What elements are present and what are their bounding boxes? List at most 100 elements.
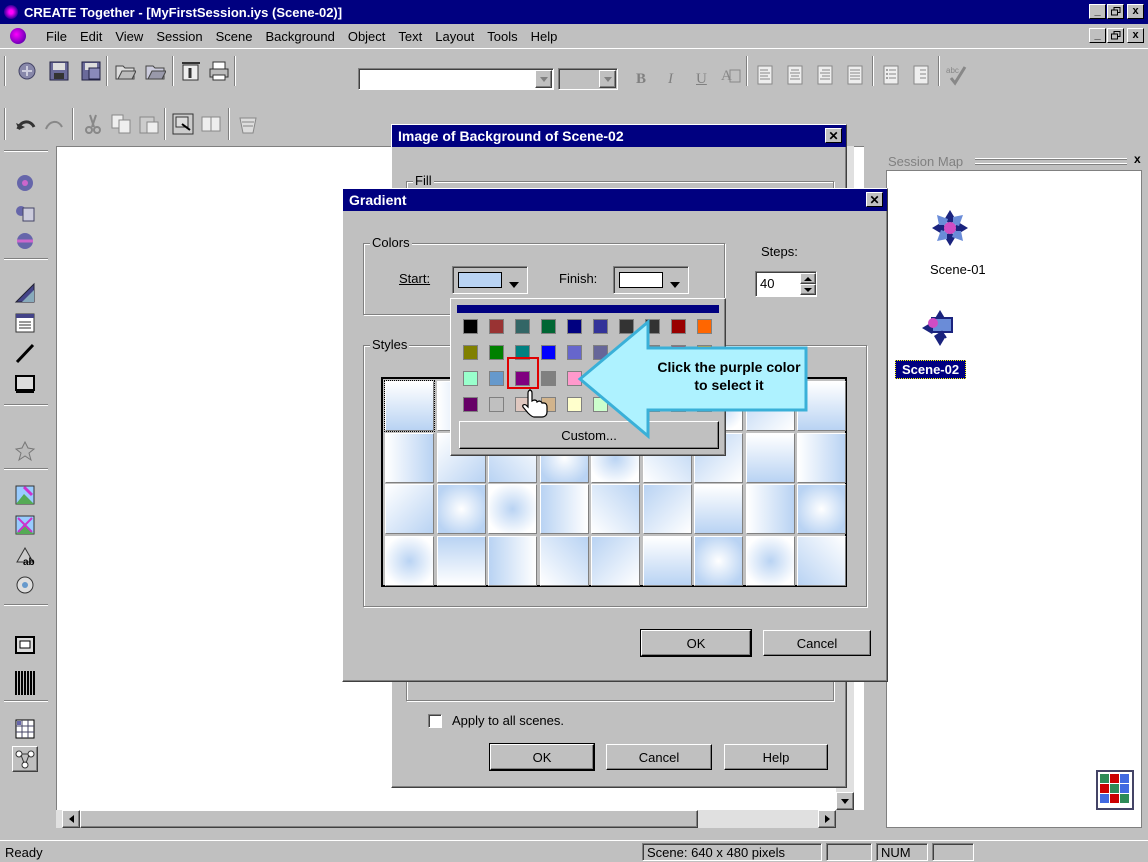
align-right-icon[interactable] (812, 62, 838, 88)
clip-art-icon[interactable]: ab (12, 542, 38, 568)
gradient-style-cell[interactable] (384, 380, 435, 432)
color-swatch[interactable] (489, 345, 504, 360)
scene-02-icon[interactable] (920, 308, 960, 351)
menu-help[interactable]: Help (531, 29, 558, 44)
gradient-style-cell[interactable] (797, 432, 846, 483)
text-box-icon[interactable] (12, 310, 38, 336)
gradient-style-cell[interactable] (797, 535, 846, 586)
scene-tool-icon[interactable] (12, 170, 38, 196)
open-session-icon[interactable] (142, 58, 168, 84)
bold-button[interactable]: B (636, 71, 654, 88)
doc-minimize-button[interactable]: _ (1089, 28, 1106, 43)
image-link-icon[interactable] (12, 512, 38, 538)
horizontal-scroll-thumb[interactable] (80, 810, 698, 828)
rectangle-tool-icon[interactable] (12, 370, 38, 396)
start-dropdown-arrow-icon[interactable] (509, 276, 519, 291)
gradient-style-cell[interactable] (694, 484, 743, 534)
gradient-style-cell[interactable] (642, 484, 692, 534)
menu-background[interactable]: Background (265, 29, 334, 44)
steps-spinner[interactable]: 40 (755, 271, 817, 297)
import-icon[interactable] (178, 58, 204, 84)
new-scene-icon[interactable] (14, 58, 40, 84)
background-ok-button[interactable]: OK (489, 743, 595, 771)
steps-up-button[interactable] (800, 273, 816, 284)
gradient-style-cell[interactable] (591, 535, 640, 586)
doc-restore-button[interactable] (1107, 28, 1124, 43)
gradient-style-cell[interactable] (385, 535, 434, 586)
finish-dropdown-arrow-icon[interactable] (670, 276, 680, 291)
scene-02-label[interactable]: Scene-02 (895, 360, 967, 379)
copy-scene-icon[interactable] (12, 200, 38, 226)
redo-icon[interactable] (42, 111, 68, 137)
color-swatch[interactable] (489, 319, 504, 334)
grid-tool-icon[interactable] (12, 716, 38, 742)
steps-down-button[interactable] (800, 284, 816, 295)
scroll-right-button[interactable] (818, 810, 836, 828)
button-tool-icon[interactable] (12, 632, 38, 658)
gradient-cancel-button[interactable]: Cancel (763, 630, 871, 656)
delete-icon[interactable] (234, 111, 260, 137)
scroll-down-button[interactable] (836, 792, 854, 810)
color-swatch[interactable] (541, 371, 556, 386)
paste-icon[interactable] (136, 111, 162, 137)
restore-button[interactable] (1107, 4, 1124, 19)
close-button[interactable]: x (1127, 4, 1144, 19)
shape-tool-icon[interactable] (12, 280, 38, 306)
gradient-style-cell[interactable] (385, 484, 434, 534)
save-icon[interactable] (46, 58, 72, 84)
gradient-ok-button[interactable]: OK (640, 629, 752, 657)
gradient-style-cell[interactable] (385, 432, 434, 483)
minimize-button[interactable]: _ (1089, 4, 1106, 19)
save-all-icon[interactable] (78, 58, 104, 84)
font-name-dropdown-button[interactable] (535, 70, 552, 88)
sound-tool-icon[interactable] (12, 572, 38, 598)
menu-scene[interactable]: Scene (216, 29, 253, 44)
color-swatch[interactable] (463, 345, 478, 360)
bullets-icon[interactable] (878, 62, 904, 88)
color-swatch[interactable] (463, 397, 478, 412)
copy-icon[interactable] (108, 111, 134, 137)
color-swatch[interactable] (541, 345, 556, 360)
image-tool-icon[interactable] (12, 482, 38, 508)
menu-edit[interactable]: Edit (80, 29, 102, 44)
gradient-style-cell[interactable] (694, 535, 743, 586)
scene-01-icon[interactable] (930, 208, 970, 251)
session-map-close-icon[interactable]: x (1134, 152, 1141, 166)
menu-text[interactable]: Text (398, 29, 422, 44)
duplicate-icon[interactable] (198, 111, 224, 137)
menu-session[interactable]: Session (156, 29, 202, 44)
color-swatch[interactable] (489, 397, 504, 412)
scene-grid-icon[interactable] (1096, 770, 1134, 810)
gradient-style-cell[interactable] (642, 535, 692, 586)
color-swatch[interactable] (489, 371, 504, 386)
gradient-style-cell[interactable] (436, 484, 486, 534)
session-map-toggle-icon[interactable] (12, 746, 38, 772)
align-left-icon[interactable] (752, 62, 778, 88)
scene-01-label[interactable]: Scene-01 (930, 262, 986, 277)
document-icon[interactable] (10, 28, 26, 44)
underline-button[interactable]: U (696, 71, 714, 88)
color-swatch[interactable] (463, 319, 478, 334)
indent-icon[interactable] (908, 62, 934, 88)
italic-button[interactable]: I (668, 71, 686, 88)
spell-check-icon[interactable]: abc (944, 62, 970, 88)
apply-all-checkbox[interactable] (428, 714, 442, 728)
justify-icon[interactable] (842, 62, 868, 88)
scroll-left-button[interactable] (62, 810, 80, 828)
undo-icon[interactable] (12, 111, 38, 137)
color-swatch[interactable] (463, 371, 478, 386)
background-help-button[interactable]: Help (724, 744, 828, 770)
background-dialog-close-button[interactable]: ✕ (825, 128, 842, 143)
gradient-style-cell[interactable] (745, 484, 795, 534)
gradient-style-cell[interactable] (539, 535, 589, 586)
gradient-style-cell[interactable] (591, 484, 640, 534)
steps-value[interactable]: 40 (760, 276, 774, 291)
color-swatch[interactable] (515, 319, 530, 334)
finish-color-picker[interactable] (613, 266, 689, 294)
barcode-tool-icon[interactable] (12, 670, 38, 696)
color-swatch[interactable] (541, 319, 556, 334)
paste-special-icon[interactable] (170, 111, 196, 137)
line-tool-icon[interactable] (12, 340, 38, 366)
gradient-style-cell[interactable] (488, 484, 537, 534)
align-center-icon[interactable] (782, 62, 808, 88)
